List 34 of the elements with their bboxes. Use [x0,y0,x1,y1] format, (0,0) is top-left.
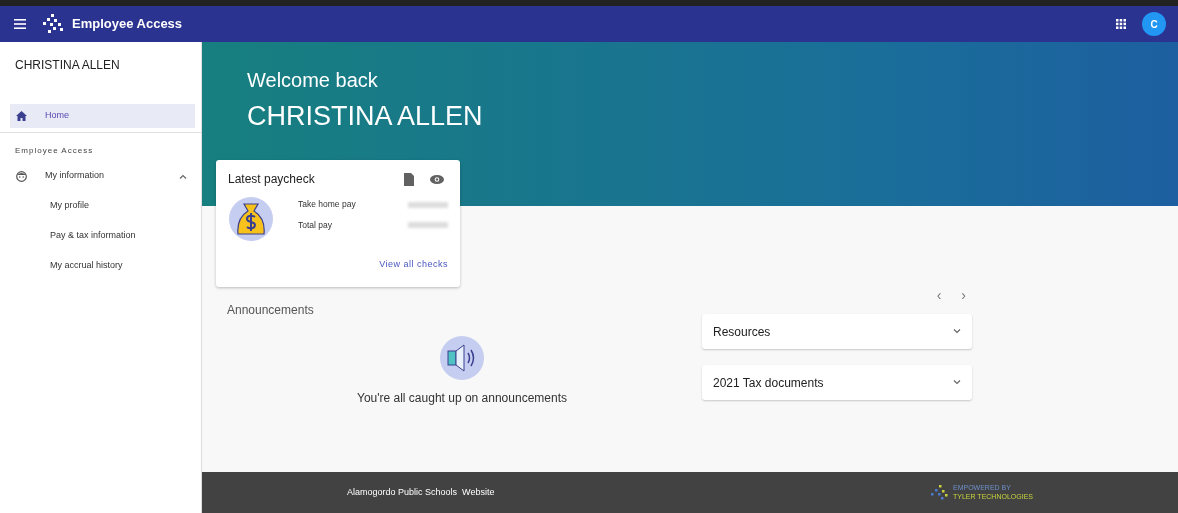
hero-user-name: CHRISTINA ALLEN [247,100,484,133]
expansion-panel[interactable]: Resources [702,314,972,349]
redacted-amount [408,201,448,208]
app-title: Employee Access [72,15,183,34]
nav-subitem[interactable]: My profile [50,199,89,213]
section-heading: Employee Access [15,146,94,155]
empty-message: You're all caught up on announcements [357,390,567,407]
user-name: CHRISTINA ALLEN [15,58,120,72]
website-link[interactable]: Alamogordo Public Schools Website [347,485,495,500]
pay-label: Take home pay [298,198,356,211]
section-title: Announcements [227,303,314,317]
expansion-panel[interactable]: 2021 Tax documents [702,365,972,400]
previous-button[interactable]: ‹ [930,285,948,306]
nav-group[interactable]: My information [10,161,195,191]
next-button[interactable]: › [955,285,972,306]
nav-item[interactable]: Home [10,104,195,128]
home-icon [16,111,27,121]
apps-grid-icon[interactable] [1116,19,1126,29]
redacted-amount [408,222,448,229]
nav-subitem[interactable]: Pay & tax information [50,229,136,243]
face-icon [16,170,27,182]
chevron-icon[interactable] [179,173,187,179]
eye-icon[interactable] [430,174,444,184]
nav-subitem[interactable]: My accrual history [50,259,123,273]
document-icon[interactable] [404,172,414,186]
megaphone-icon [439,335,485,381]
brand-logo-icon [931,484,949,501]
pay-label: Total pay [298,219,333,232]
money-bag-icon [228,196,274,242]
logo-icon [42,13,64,35]
view-all-checks-link[interactable]: View all checks [379,259,448,269]
card-title: Latest paycheck [228,171,315,188]
welcome-text: Welcome back [247,68,379,92]
menu-icon[interactable] [14,19,26,29]
